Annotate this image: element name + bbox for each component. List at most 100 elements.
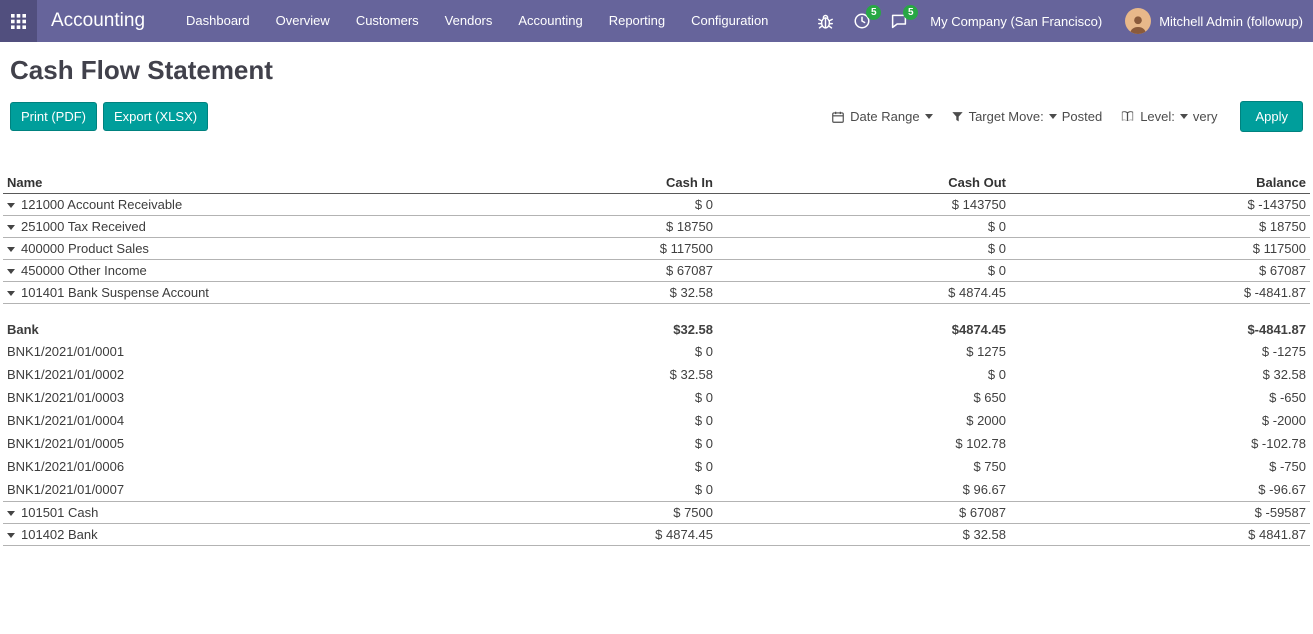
cash-in-cell: $ 117500 (420, 238, 717, 260)
cash-in-cell: $ 0 (420, 409, 717, 432)
cash-in-cell: $ 0 (420, 386, 717, 409)
activities-badge: 5 (866, 5, 881, 20)
cash-in-cell: $32.58 (420, 304, 717, 341)
cash-out-cell: $ 1275 (717, 340, 1010, 363)
nav-item-configuration[interactable]: Configuration (678, 0, 781, 42)
level-value: very (1193, 109, 1218, 124)
balance-cell: $ -1275 (1010, 340, 1310, 363)
cash-out-cell: $ 0 (717, 363, 1010, 386)
cash-out-cell: $ 750 (717, 455, 1010, 478)
chevron-down-icon (1180, 114, 1188, 119)
balance-cell: $ 32.58 (1010, 363, 1310, 386)
nav-item-dashboard[interactable]: Dashboard (173, 0, 263, 42)
row-name-cell: Bank (3, 304, 420, 341)
date-range-filter[interactable]: Date Range (831, 109, 932, 124)
app-brand[interactable]: Accounting (51, 10, 145, 32)
cash-in-cell: $ 7500 (420, 502, 717, 524)
account-row: 101501 Cash$ 7500$ 67087$ -59587 (3, 502, 1310, 524)
balance-cell: $ -102.78 (1010, 432, 1310, 455)
row-name-cell[interactable]: BNK1/2021/01/0006 (3, 455, 420, 478)
controls-row: Print (PDF) Export (XLSX) Date Range Tar… (10, 101, 1303, 132)
row-name-cell[interactable]: BNK1/2021/01/0004 (3, 409, 420, 432)
expand-caret-icon[interactable] (7, 225, 15, 230)
balance-cell: $ 117500 (1010, 238, 1310, 260)
cash-in-cell: $ 0 (420, 194, 717, 216)
nav-item-vendors[interactable]: Vendors (432, 0, 506, 42)
debug-button[interactable] (812, 10, 839, 33)
column-header-balance: Balance (1010, 172, 1310, 194)
level-filter[interactable]: Level: very (1120, 109, 1217, 124)
nav-item-overview[interactable]: Overview (263, 0, 343, 42)
balance-cell: $ 4841.87 (1010, 524, 1310, 546)
cash-in-cell: $ 0 (420, 478, 717, 502)
row-name-cell[interactable]: 251000 Tax Received (3, 216, 420, 238)
row-name-cell[interactable]: BNK1/2021/01/0001 (3, 340, 420, 363)
cash-out-cell: $ 102.78 (717, 432, 1010, 455)
balance-cell: $ 67087 (1010, 260, 1310, 282)
row-name-cell[interactable]: 450000 Other Income (3, 260, 420, 282)
nav-item-accounting[interactable]: Accounting (505, 0, 595, 42)
table-header-row: Name Cash In Cash Out Balance (3, 172, 1310, 194)
cash-in-cell: $ 4874.45 (420, 524, 717, 546)
column-header-cash-out: Cash Out (717, 172, 1010, 194)
apps-menu-button[interactable] (0, 0, 37, 42)
user-menu[interactable]: Mitchell Admin (followup) (1125, 8, 1303, 34)
row-name-cell[interactable]: 121000 Account Receivable (3, 194, 420, 216)
account-row: 101402 Bank$ 4874.45$ 32.58$ 4841.87 (3, 524, 1310, 546)
cash-flow-table: Name Cash In Cash Out Balance 121000 Acc… (3, 172, 1310, 546)
journal-entry-row: BNK1/2021/01/0005$ 0$ 102.78$ -102.78 (3, 432, 1310, 455)
messages-button[interactable]: 5 (885, 9, 913, 33)
target-move-filter[interactable]: Target Move: Posted (951, 109, 1103, 124)
cash-out-cell: $ 0 (717, 238, 1010, 260)
balance-cell: $ -4841.87 (1010, 282, 1310, 304)
row-name-cell[interactable]: 101401 Bank Suspense Account (3, 282, 420, 304)
expand-caret-icon[interactable] (7, 203, 15, 208)
apply-button[interactable]: Apply (1240, 101, 1303, 132)
company-switcher[interactable]: My Company (San Francisco) (930, 14, 1102, 29)
main-menu: Dashboard Overview Customers Vendors Acc… (173, 0, 781, 42)
expand-caret-icon[interactable] (7, 247, 15, 252)
expand-caret-icon[interactable] (7, 269, 15, 274)
row-name-cell[interactable]: BNK1/2021/01/0002 (3, 363, 420, 386)
cash-in-cell: $ 32.58 (420, 363, 717, 386)
cash-in-cell: $ 67087 (420, 260, 717, 282)
print-pdf-button[interactable]: Print (PDF) (10, 102, 97, 131)
nav-item-reporting[interactable]: Reporting (596, 0, 678, 42)
export-xlsx-button[interactable]: Export (XLSX) (103, 102, 208, 131)
journal-entry-row: BNK1/2021/01/0007$ 0$ 96.67$ -96.67 (3, 478, 1310, 502)
account-row: 101401 Bank Suspense Account$ 32.58$ 487… (3, 282, 1310, 304)
report-page: Cash Flow Statement Print (PDF) Export (… (0, 55, 1313, 546)
page-title: Cash Flow Statement (10, 55, 1303, 86)
date-range-label: Date Range (850, 109, 919, 124)
activities-button[interactable]: 5 (848, 9, 876, 33)
cash-out-cell: $ 32.58 (717, 524, 1010, 546)
balance-cell: $ -143750 (1010, 194, 1310, 216)
expand-caret-icon[interactable] (7, 533, 15, 538)
row-name-cell[interactable]: 400000 Product Sales (3, 238, 420, 260)
nav-item-customers[interactable]: Customers (343, 0, 432, 42)
row-name-cell[interactable]: BNK1/2021/01/0003 (3, 386, 420, 409)
row-name-cell[interactable]: 101402 Bank (3, 524, 420, 546)
filter-bar: Date Range Target Move: Posted Level: ve… (831, 101, 1303, 132)
balance-cell: $ -59587 (1010, 502, 1310, 524)
target-move-value: Posted (1062, 109, 1102, 124)
balance-cell: $ -96.67 (1010, 478, 1310, 502)
level-label: Level: (1140, 109, 1175, 124)
cash-in-cell: $ 0 (420, 432, 717, 455)
balance-cell: $-4841.87 (1010, 304, 1310, 341)
row-name-cell[interactable]: BNK1/2021/01/0007 (3, 478, 420, 502)
avatar (1125, 8, 1151, 34)
account-row: 121000 Account Receivable$ 0$ 143750$ -1… (3, 194, 1310, 216)
row-name-cell[interactable]: BNK1/2021/01/0005 (3, 432, 420, 455)
balance-cell: $ -2000 (1010, 409, 1310, 432)
journal-entry-row: BNK1/2021/01/0003$ 0$ 650$ -650 (3, 386, 1310, 409)
cash-out-cell: $4874.45 (717, 304, 1010, 341)
cash-in-cell: $ 0 (420, 340, 717, 363)
expand-caret-icon[interactable] (7, 511, 15, 516)
column-header-cash-in: Cash In (420, 172, 717, 194)
cash-in-cell: $ 32.58 (420, 282, 717, 304)
row-name-cell[interactable]: 101501 Cash (3, 502, 420, 524)
expand-caret-icon[interactable] (7, 291, 15, 296)
person-icon (1127, 12, 1149, 34)
journal-entry-row: BNK1/2021/01/0004$ 0$ 2000$ -2000 (3, 409, 1310, 432)
